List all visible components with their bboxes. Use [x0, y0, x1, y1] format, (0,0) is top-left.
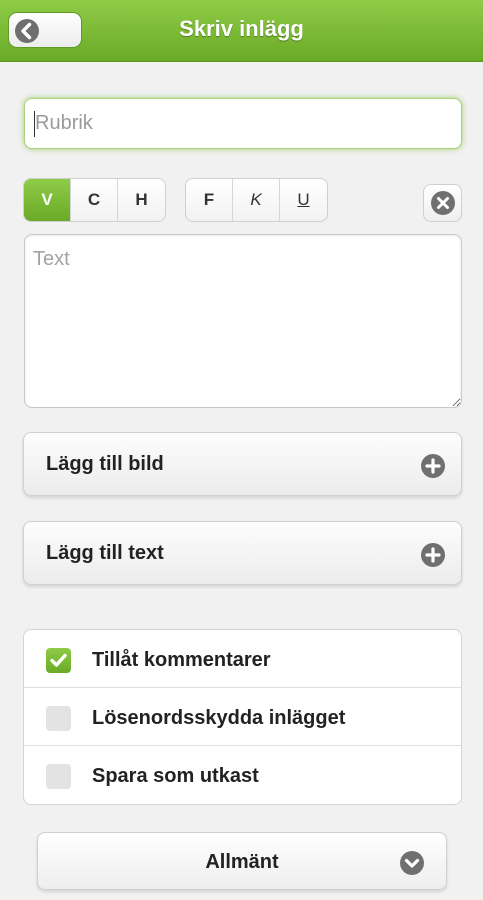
add-image-button[interactable]: Lägg till bild [23, 432, 462, 496]
option-save-draft[interactable]: Spara som utkast [24, 746, 461, 804]
add-image-label: Lägg till bild [46, 453, 164, 475]
password-protect-label: Lösenordsskydda inlägget [92, 707, 346, 729]
italic-button[interactable]: K [233, 179, 280, 221]
password-protect-checkbox[interactable] [46, 706, 71, 731]
text-caret [34, 111, 35, 137]
option-password-protect[interactable]: Lösenordsskydda inlägget [24, 688, 461, 746]
category-select[interactable]: Allmänt [37, 832, 447, 890]
option-allow-comments[interactable]: Tillåt kommentarer [24, 630, 461, 688]
plus-circle-icon [421, 454, 445, 478]
add-text-label: Lägg till text [46, 542, 164, 564]
close-circle-icon [430, 191, 455, 215]
save-draft-label: Spara som utkast [92, 765, 259, 787]
chevron-down-icon [400, 851, 424, 875]
align-left-button[interactable]: V [24, 179, 71, 221]
page-title: Skriv inlägg [179, 16, 304, 41]
category-selected-label: Allmänt [205, 851, 279, 873]
title-input[interactable] [24, 98, 462, 149]
bold-button[interactable]: F [186, 179, 233, 221]
clear-text-button[interactable] [423, 184, 462, 222]
underline-button[interactable]: U [280, 179, 327, 221]
body-text-area[interactable] [24, 234, 462, 408]
add-text-button[interactable]: Lägg till text [23, 521, 462, 585]
checkmark-icon [50, 653, 67, 667]
header-bar: Skriv inlägg [0, 0, 483, 62]
plus-circle-icon [421, 543, 445, 567]
options-list: Tillåt kommentarer Lösenordsskydda inläg… [23, 629, 462, 805]
alignment-toolbar: V C H [23, 178, 166, 222]
formatting-toolbar: F K U [185, 178, 328, 222]
allow-comments-label: Tillåt kommentarer [92, 649, 271, 671]
save-draft-checkbox[interactable] [46, 764, 71, 789]
align-center-button[interactable]: C [71, 179, 118, 221]
align-right-button[interactable]: H [118, 179, 165, 221]
allow-comments-checkbox[interactable] [46, 648, 71, 673]
